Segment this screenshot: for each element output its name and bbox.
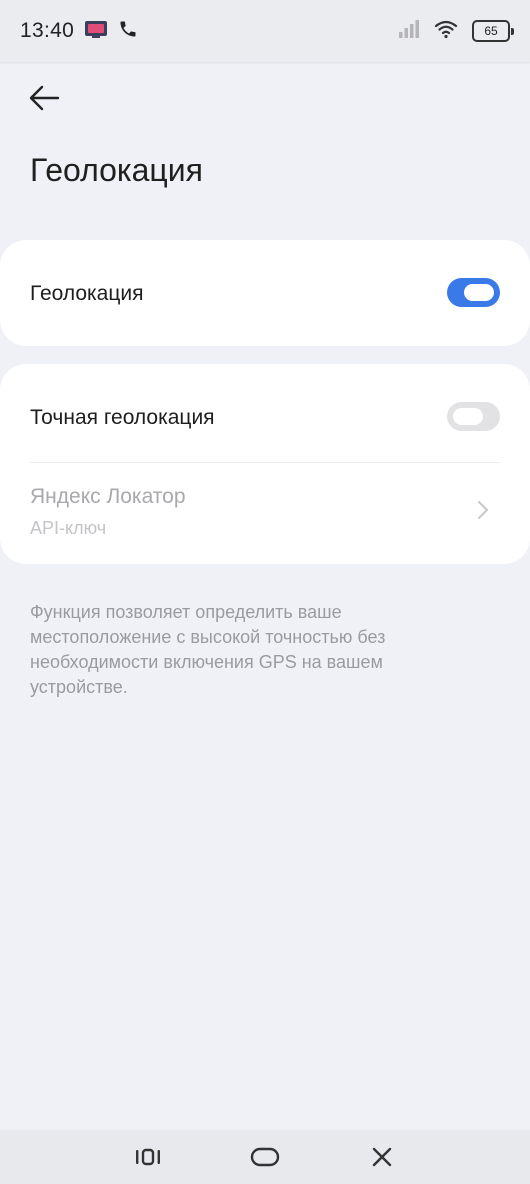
divider bbox=[30, 462, 500, 463]
toggle-knob bbox=[453, 408, 483, 425]
status-notification-icons bbox=[84, 19, 138, 44]
recent-apps-button[interactable] bbox=[128, 1137, 168, 1177]
phone-icon bbox=[118, 19, 138, 44]
chevron-right-icon bbox=[478, 501, 488, 519]
location-label: Геолокация bbox=[30, 282, 144, 305]
page-title: Геолокация bbox=[30, 152, 203, 188]
battery-icon: 65 bbox=[472, 20, 514, 42]
close-button[interactable] bbox=[362, 1137, 402, 1177]
status-time: 13:40 bbox=[20, 19, 75, 42]
status-system-icons: 65 bbox=[398, 19, 514, 44]
back-button[interactable] bbox=[28, 80, 68, 116]
signal-icon bbox=[398, 19, 420, 44]
back-close-icon bbox=[372, 1147, 391, 1167]
yandex-locator-title: Яндекс Локатор bbox=[30, 485, 186, 508]
status-bar: 13:40 65 bbox=[0, 0, 530, 62]
precise-location-label: Точная геолокация bbox=[30, 406, 215, 429]
description-text: Функция позволяет определить ваше местоп… bbox=[30, 602, 386, 697]
api-key-subtitle: API-ключ bbox=[30, 518, 107, 538]
recent-apps-icon bbox=[136, 1148, 161, 1166]
navigation-bar bbox=[0, 1130, 530, 1184]
precise-location-card: Точная геолокация Яндекс Локатор API-клю… bbox=[0, 364, 530, 564]
precise-location-toggle[interactable] bbox=[447, 402, 500, 431]
app-icon bbox=[84, 19, 108, 44]
screen: 13:40 65 Геолокация Геолокация Точная ге… bbox=[0, 0, 530, 1184]
home-icon bbox=[250, 1147, 280, 1167]
arrow-left-icon bbox=[29, 85, 60, 111]
toggle-knob bbox=[464, 284, 494, 301]
location-toggle[interactable] bbox=[447, 278, 500, 307]
home-button[interactable] bbox=[245, 1137, 285, 1177]
battery-level: 65 bbox=[484, 24, 498, 38]
location-card: Геолокация bbox=[0, 240, 530, 346]
wifi-icon bbox=[434, 19, 458, 44]
